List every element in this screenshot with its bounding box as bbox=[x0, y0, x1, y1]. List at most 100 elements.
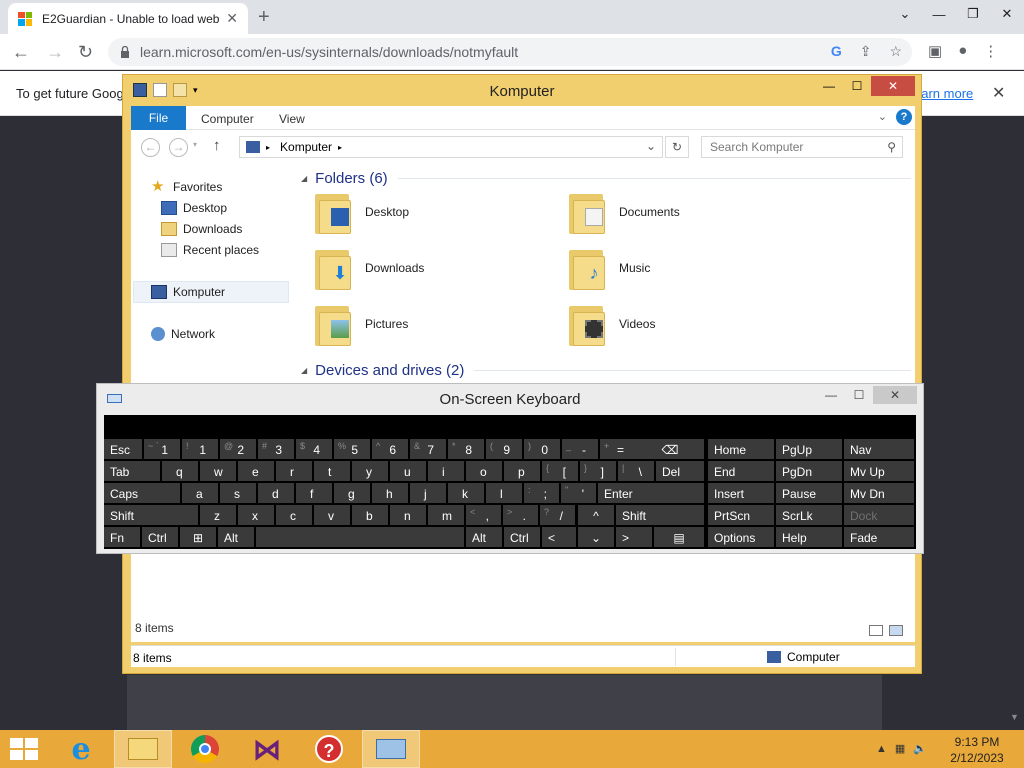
key-a[interactable]: a bbox=[182, 483, 218, 503]
key-row1-1[interactable]: ! 1 bbox=[182, 439, 218, 459]
key-mv-dn[interactable]: Mv Dn bbox=[844, 483, 914, 503]
profile-avatar-icon[interactable]: ● bbox=[958, 42, 967, 60]
address-dropdown-icon[interactable]: ⌄ bbox=[646, 139, 656, 153]
folder-documents[interactable]: Documents bbox=[567, 190, 680, 234]
recent-locations-icon[interactable]: ▾ bbox=[193, 140, 197, 149]
key-t[interactable]: t bbox=[314, 461, 350, 481]
key-row1-5[interactable]: % 5 bbox=[334, 439, 370, 459]
key-row4-sym-0[interactable]: <, bbox=[466, 505, 501, 525]
key-enter[interactable]: Enter bbox=[598, 483, 704, 503]
key-s[interactable]: s bbox=[220, 483, 256, 503]
key-j[interactable]: j bbox=[410, 483, 446, 503]
nav-favorites[interactable]: ★ Favorites bbox=[151, 179, 222, 194]
key-insert[interactable]: Insert bbox=[708, 483, 774, 503]
clock[interactable]: 9:13 PM 2/12/2023 bbox=[940, 734, 1014, 766]
key-scrlk[interactable]: ScrLk bbox=[776, 505, 842, 525]
osk-minimize-button[interactable]: — bbox=[817, 386, 845, 404]
key-pgdn[interactable]: PgDn bbox=[776, 461, 842, 481]
key-row1-8[interactable]: * 8 bbox=[448, 439, 484, 459]
help-icon[interactable]: ? bbox=[896, 109, 912, 125]
key-del[interactable]: Del bbox=[656, 461, 704, 481]
key-shift-left[interactable]: Shift bbox=[104, 505, 198, 525]
learn-more-link[interactable]: earn more bbox=[914, 86, 973, 101]
nav-network[interactable]: Network bbox=[151, 327, 215, 341]
key-right[interactable]: > bbox=[616, 527, 652, 547]
key-row1-11[interactable]: _ - bbox=[562, 439, 598, 459]
new-tab-button[interactable]: + bbox=[258, 6, 270, 29]
key-fade[interactable]: Fade bbox=[844, 527, 914, 547]
tab-computer[interactable]: Computer bbox=[201, 112, 254, 126]
key-q[interactable]: q bbox=[162, 461, 198, 481]
explorer-forward-icon[interactable]: → bbox=[169, 138, 188, 157]
key-alt-left[interactable]: Alt bbox=[218, 527, 254, 547]
explorer-maximize-button[interactable]: ☐ bbox=[843, 76, 871, 96]
file-explorer-icon[interactable] bbox=[114, 730, 172, 768]
key-backspace[interactable]: ⌫ bbox=[636, 439, 704, 459]
key-e[interactable]: e bbox=[238, 461, 274, 481]
key-row3-sym-1[interactable]: " ' bbox=[561, 483, 596, 503]
nav-komputer[interactable]: Komputer bbox=[151, 285, 225, 299]
key-row1-0[interactable]: ~ ` 1 bbox=[144, 439, 180, 459]
infobar-close-icon[interactable]: ✕ bbox=[992, 83, 1005, 103]
key-windows[interactable]: ⊞ bbox=[180, 527, 216, 547]
key-prtscn[interactable]: PrtScn bbox=[708, 505, 774, 525]
folder-videos[interactable]: Videos bbox=[567, 302, 655, 346]
start-button-windows-icon[interactable] bbox=[10, 738, 38, 760]
key-home[interactable]: Home bbox=[708, 439, 774, 459]
key-u[interactable]: u bbox=[390, 461, 426, 481]
key-left[interactable]: < bbox=[542, 527, 576, 547]
key-esc[interactable]: Esc bbox=[104, 439, 142, 459]
key-l[interactable]: l bbox=[486, 483, 522, 503]
osk-close-button[interactable]: ✕ bbox=[873, 386, 917, 404]
key-pgup[interactable]: PgUp bbox=[776, 439, 842, 459]
close-button[interactable]: ✕ bbox=[990, 0, 1024, 28]
search-input[interactable]: Search Komputer ⚲ bbox=[701, 136, 903, 158]
key-tab[interactable]: Tab bbox=[104, 461, 160, 481]
on-screen-keyboard-taskbar-icon[interactable] bbox=[362, 730, 420, 768]
nav-desktop[interactable]: Desktop bbox=[161, 201, 227, 215]
key-n[interactable]: n bbox=[390, 505, 426, 525]
explorer-titlebar[interactable]: ▾ Komputer — ☐ ✕ bbox=[123, 75, 921, 105]
key-mv-up[interactable]: Mv Up bbox=[844, 461, 914, 481]
key-o[interactable]: o bbox=[466, 461, 502, 481]
refresh-icon[interactable]: ↻ bbox=[665, 136, 689, 158]
tab-view[interactable]: View bbox=[279, 112, 305, 126]
explorer-back-icon[interactable]: ← bbox=[141, 138, 160, 157]
key-i[interactable]: i bbox=[428, 461, 464, 481]
key-d[interactable]: d bbox=[258, 483, 294, 503]
tab-search-icon[interactable]: ⌄ bbox=[888, 0, 922, 28]
key-row4-sym-1[interactable]: >. bbox=[503, 505, 538, 525]
explorer-close-button[interactable]: ✕ bbox=[871, 76, 915, 96]
key-caps[interactable]: Caps bbox=[104, 483, 180, 503]
key-row1-3[interactable]: #3 bbox=[258, 439, 294, 459]
folder-pictures[interactable]: Pictures bbox=[313, 302, 408, 346]
key-up[interactable]: ^ bbox=[578, 505, 614, 525]
key-row3-sym-0[interactable]: :; bbox=[524, 483, 559, 503]
key-down[interactable]: ⌄ bbox=[578, 527, 614, 547]
key-z[interactable]: z bbox=[200, 505, 236, 525]
explorer-minimize-button[interactable]: — bbox=[815, 76, 843, 96]
minimize-button[interactable]: — bbox=[922, 0, 956, 28]
network-tray-icon[interactable]: ▦ bbox=[895, 742, 905, 755]
explorer-address-box[interactable]: ▸ Komputer ▸ ⌄ bbox=[239, 136, 663, 158]
key-alt-right[interactable]: Alt bbox=[466, 527, 502, 547]
browser-tab[interactable]: E2Guardian - Unable to load web ✕ bbox=[8, 3, 248, 34]
chrome-icon[interactable] bbox=[176, 730, 234, 768]
restore-button[interactable]: ❐ bbox=[956, 0, 990, 28]
folder-desktop[interactable]: Desktop bbox=[313, 190, 409, 234]
key-shift-right[interactable]: Shift bbox=[616, 505, 704, 525]
key-help[interactable]: Help bbox=[776, 527, 842, 547]
key-end[interactable]: End bbox=[708, 461, 774, 481]
internet-explorer-icon[interactable]: e bbox=[52, 730, 110, 768]
bookmark-star-icon[interactable]: ☆ bbox=[889, 43, 902, 60]
reload-icon[interactable]: ↻ bbox=[78, 42, 93, 63]
volume-icon[interactable]: 🔈 bbox=[913, 742, 927, 755]
show-hidden-icons-icon[interactable]: ▲ bbox=[876, 743, 887, 755]
breadcrumb-komputer[interactable]: Komputer bbox=[280, 140, 332, 154]
menu-dots-icon[interactable]: ⋮ bbox=[983, 42, 998, 60]
key-v[interactable]: v bbox=[314, 505, 350, 525]
tab-close-icon[interactable]: ✕ bbox=[226, 10, 238, 27]
forward-arrow-icon[interactable]: → bbox=[46, 42, 64, 63]
key-options[interactable]: Options bbox=[708, 527, 774, 547]
details-view-icon[interactable] bbox=[869, 625, 883, 636]
